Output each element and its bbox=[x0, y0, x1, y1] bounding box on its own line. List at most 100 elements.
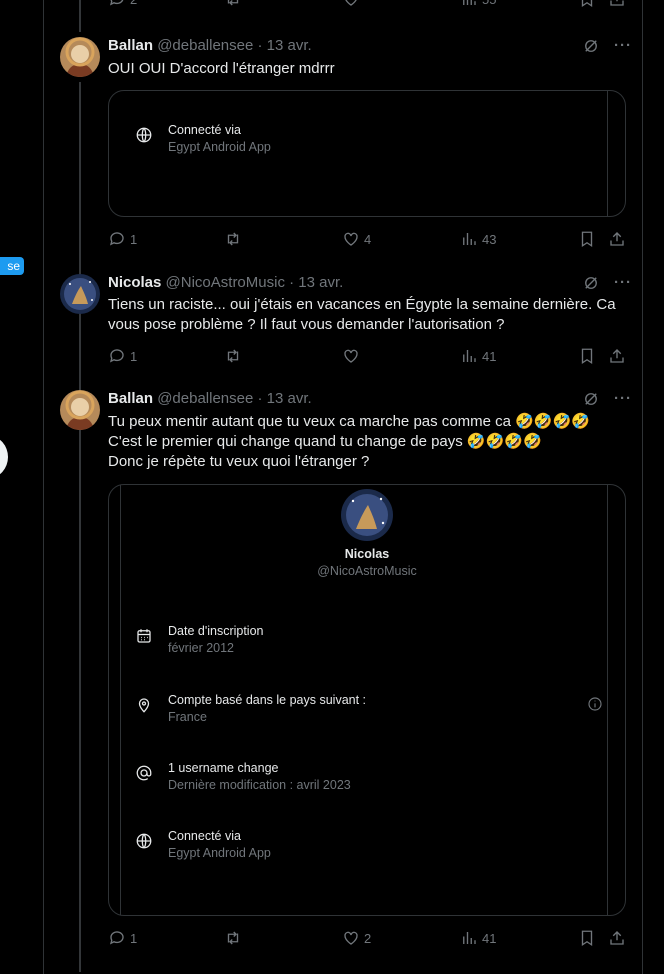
grok-icon[interactable] bbox=[582, 274, 600, 292]
avatar[interactable] bbox=[60, 37, 100, 77]
views-button[interactable]: 41 bbox=[460, 929, 496, 947]
bookmark-icon bbox=[581, 0, 593, 8]
info-value: février 2012 bbox=[168, 641, 235, 655]
reply-count: 2 bbox=[130, 0, 137, 7]
info-row-join-date: Date d'inscription février 2012 bbox=[135, 623, 605, 657]
reply-button[interactable]: 1 bbox=[108, 230, 137, 248]
tweet-date[interactable]: · 13 avr. bbox=[289, 274, 343, 291]
tweet[interactable]: Ballan @deballensee · 13 avr. ··· OUI OU… bbox=[0, 37, 644, 257]
retweet-button[interactable] bbox=[224, 347, 242, 365]
thread-line bbox=[79, 0, 81, 32]
author-name[interactable]: Nicolas bbox=[108, 274, 161, 291]
tweet-text-line: C'est le premier qui change quand tu cha… bbox=[108, 433, 542, 450]
views-chart-icon bbox=[463, 932, 476, 944]
info-row-connected-via: Connecté via Egypt Android App bbox=[135, 122, 605, 156]
reply-icon bbox=[109, 349, 124, 363]
more-options-icon[interactable]: ··· bbox=[614, 37, 632, 55]
like-button[interactable]: 4 bbox=[342, 230, 371, 248]
views-button[interactable]: 41 bbox=[460, 347, 496, 365]
share-button[interactable] bbox=[608, 347, 626, 365]
tweet[interactable]: Ballan @deballensee · 13 avr. ··· Tu peu… bbox=[0, 390, 644, 930]
bookmark-button[interactable] bbox=[578, 347, 596, 365]
like-button[interactable] bbox=[342, 347, 360, 365]
sidebar-button-partial[interactable]: se bbox=[0, 257, 24, 275]
share-button[interactable] bbox=[608, 230, 626, 248]
info-label: Connecté via bbox=[168, 829, 241, 843]
tweet-text-line: Tiens un raciste... oui j'étais en vacan… bbox=[108, 296, 616, 313]
action-bar: 1 2 41 bbox=[108, 929, 628, 949]
like-button[interactable]: 2 bbox=[342, 929, 371, 947]
views-chart-icon bbox=[463, 350, 476, 362]
info-label: 1 username change bbox=[168, 761, 279, 775]
avatar[interactable] bbox=[60, 390, 100, 430]
card-divider bbox=[607, 91, 608, 216]
tweet-date[interactable]: · 13 avr. bbox=[258, 390, 312, 407]
reply-button[interactable]: 1 bbox=[108, 347, 137, 365]
info-value: France bbox=[168, 710, 207, 724]
author-handle[interactable]: @NicoAstroMusic bbox=[166, 274, 285, 291]
at-sign-icon bbox=[136, 765, 152, 781]
grok-icon[interactable] bbox=[582, 390, 600, 408]
share-button[interactable] bbox=[608, 929, 626, 947]
retweet-icon bbox=[227, 349, 239, 363]
views-button[interactable]: 55 bbox=[460, 0, 496, 8]
tweet-top-icons: ··· bbox=[582, 390, 632, 408]
retweet-button[interactable] bbox=[224, 0, 242, 8]
share-button[interactable] bbox=[608, 0, 626, 8]
tweet-top-icons: ··· bbox=[582, 274, 632, 292]
info-row-country: Compte basé dans le pays suivant : Franc… bbox=[135, 692, 605, 726]
globe-icon bbox=[136, 127, 152, 143]
more-options-icon[interactable]: ··· bbox=[614, 274, 632, 292]
bookmark-button[interactable] bbox=[578, 0, 596, 8]
location-pin-icon bbox=[138, 698, 150, 713]
bookmark-button[interactable] bbox=[578, 929, 596, 947]
profile-handle: @NicoAstroMusic bbox=[317, 564, 417, 578]
reply-button[interactable]: 1 bbox=[108, 929, 137, 947]
info-value: Egypt Android App bbox=[168, 846, 271, 860]
views-count: 55 bbox=[482, 0, 496, 7]
tweet-date[interactable]: · 13 avr. bbox=[258, 37, 312, 54]
reply-icon bbox=[109, 931, 124, 945]
tweet-text-line: OUI OUI D'accord l'étranger mdrrr bbox=[108, 60, 335, 77]
tweet-text: Tiens un raciste... oui j'étais en vacan… bbox=[108, 295, 628, 335]
tweet-header: Nicolas @NicoAstroMusic · 13 avr. bbox=[108, 274, 343, 292]
author-name[interactable]: Ballan bbox=[108, 390, 153, 407]
info-row-connected-via: Connecté via Egypt Android App bbox=[135, 828, 605, 862]
tweet-text: OUI OUI D'accord l'étranger mdrrr bbox=[108, 59, 628, 79]
share-icon bbox=[610, 349, 624, 363]
author-handle[interactable]: @deballensee bbox=[157, 390, 253, 407]
views-button[interactable]: 43 bbox=[460, 230, 496, 248]
about-account-card[interactable]: Connecté via Egypt Android App bbox=[108, 90, 626, 217]
bookmark-icon bbox=[581, 348, 593, 365]
reply-button[interactable]: 2 bbox=[108, 0, 137, 8]
about-account-card[interactable]: Nicolas @NicoAstroMusic Date d'inscripti… bbox=[108, 484, 626, 916]
globe-icon bbox=[136, 833, 152, 849]
grok-icon[interactable] bbox=[582, 37, 600, 55]
views-chart-icon bbox=[463, 0, 476, 5]
share-icon bbox=[610, 232, 624, 246]
info-circle-icon[interactable] bbox=[587, 696, 603, 712]
bookmark-icon bbox=[581, 930, 593, 947]
retweet-button[interactable] bbox=[224, 929, 242, 947]
reply-count: 1 bbox=[130, 231, 138, 247]
author-name[interactable]: Ballan bbox=[108, 37, 153, 54]
more-options-icon[interactable]: ··· bbox=[614, 390, 632, 408]
info-value: Egypt Android App bbox=[168, 140, 271, 154]
info-value: Dernière modification : avril 2023 bbox=[168, 778, 351, 792]
tweet-header: Ballan @deballensee · 13 avr. bbox=[108, 37, 312, 55]
tweet-header: Ballan @deballensee · 13 avr. bbox=[108, 390, 312, 408]
calendar-icon bbox=[137, 629, 151, 643]
info-row-username-change: 1 username change Dernière modification … bbox=[135, 760, 605, 794]
like-button[interactable] bbox=[342, 0, 360, 8]
info-label: Date d'inscription bbox=[168, 624, 264, 638]
profile-avatar[interactable] bbox=[341, 489, 393, 541]
tweet-top-icons: ··· bbox=[582, 37, 632, 55]
reply-count: 1 bbox=[130, 348, 138, 364]
avatar[interactable] bbox=[60, 274, 100, 314]
like-count: 2 bbox=[364, 930, 372, 946]
heart-icon bbox=[344, 931, 358, 945]
author-handle[interactable]: @deballensee bbox=[157, 37, 253, 54]
bookmark-button[interactable] bbox=[578, 230, 596, 248]
share-icon bbox=[610, 0, 624, 6]
retweet-button[interactable] bbox=[224, 230, 242, 248]
